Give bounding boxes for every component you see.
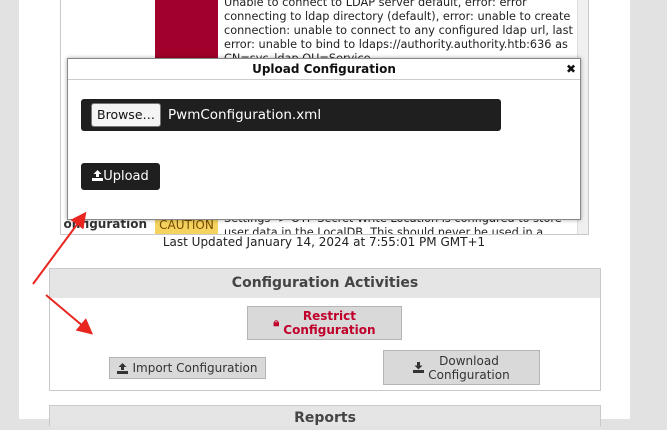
upload-label: Upload	[103, 169, 149, 184]
upload-icon	[117, 362, 129, 374]
browse-button[interactable]: Browse…	[91, 103, 162, 127]
lock-icon: 🔒︎	[273, 316, 280, 329]
close-icon[interactable]: ✖	[566, 59, 576, 79]
error-status-cell	[155, 0, 218, 64]
download-icon	[413, 362, 425, 373]
file-input[interactable]: Browse… PwmConfiguration.xml	[81, 99, 501, 131]
health-error-message: Unable to connect to LDAP server default…	[224, 0, 573, 65]
download-label: Download Configuration	[428, 353, 510, 382]
restrict-label: Restrict Configuration	[283, 309, 376, 337]
import-label: Import Configuration	[132, 361, 258, 375]
section-title: Configuration Activities	[50, 269, 600, 298]
last-updated-text: Last Updated January 14, 2024 at 7:55:01…	[162, 235, 486, 249]
upload-icon	[92, 170, 104, 181]
download-configuration-button[interactable]: Download Configuration	[383, 350, 540, 385]
import-configuration-button[interactable]: Import Configuration	[109, 357, 266, 379]
reports-section: Reports	[49, 405, 601, 426]
dialog-titlebar: Upload Configuration ✖	[68, 59, 580, 80]
upload-button[interactable]: Upload	[81, 163, 160, 190]
reports-title: Reports	[50, 406, 600, 426]
selected-file-name: PwmConfiguration.xml	[168, 107, 322, 123]
dialog-title: Upload Configuration	[252, 62, 396, 76]
upload-configuration-dialog: Upload Configuration ✖ Browse… PwmConfig…	[67, 58, 581, 220]
restrict-configuration-button[interactable]: 🔒︎ Restrict Configuration	[247, 306, 402, 340]
